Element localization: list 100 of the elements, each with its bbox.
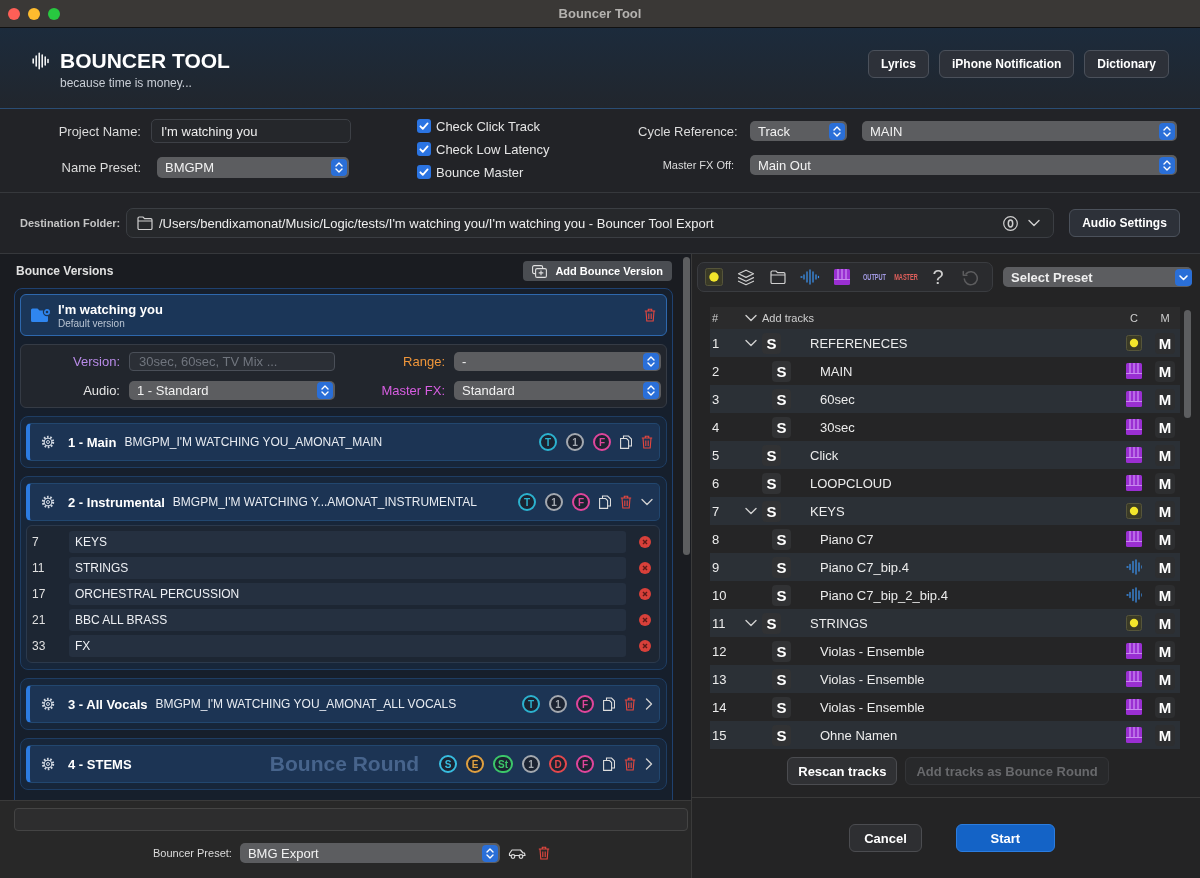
help-button[interactable]: ? (932, 266, 944, 288)
project-name-field[interactable]: I'm watching you (151, 119, 351, 143)
waveform-icon[interactable] (1126, 587, 1142, 603)
input-field[interactable] (14, 808, 688, 831)
option-badge[interactable]: F (572, 493, 590, 511)
solo-button[interactable]: S (772, 640, 791, 662)
version-option-dropdown[interactable]: 1 - Standard (129, 381, 335, 400)
window-close-button[interactable] (8, 7, 20, 20)
option-badge[interactable]: D (549, 755, 567, 773)
track-row[interactable]: 9 S Piano C7_bip.4 M (710, 553, 1180, 581)
add-version-button[interactable]: Add Bounce Version (523, 261, 672, 281)
chevron-down-icon[interactable] (745, 619, 757, 627)
header-button[interactable]: iPhone Notification (938, 50, 1075, 78)
option-badge[interactable]: T (522, 695, 540, 713)
settings-icon[interactable] (41, 697, 55, 711)
option-badge[interactable]: St (493, 755, 513, 773)
checkbox[interactable] (417, 119, 431, 133)
trash-icon[interactable] (641, 435, 653, 449)
track-row[interactable]: 13 S Violas - Ensemble M (710, 665, 1180, 693)
copy-icon[interactable] (620, 435, 632, 449)
piano-keys-icon[interactable] (1126, 643, 1142, 659)
trash-icon[interactable] (624, 757, 636, 771)
piano-keys-icon[interactable] (1126, 419, 1142, 435)
toolbar-text-button[interactable]: MASTER (894, 272, 918, 282)
header-button[interactable]: Dictionary (1084, 50, 1169, 78)
version-header[interactable]: I'm watching you Default version (20, 294, 667, 336)
chevron-down-icon[interactable] (1028, 219, 1040, 227)
mute-button[interactable]: M (1155, 528, 1175, 550)
checkbox-label[interactable]: Bounce Master (436, 164, 524, 180)
checkbox[interactable] (417, 142, 431, 156)
solo-button[interactable]: S (762, 612, 781, 634)
trash-icon[interactable] (644, 308, 656, 322)
solo-button[interactable]: S (772, 388, 791, 410)
toolbar-text-button[interactable]: OUTPUT (862, 272, 886, 282)
mute-button[interactable]: M (1155, 444, 1175, 466)
bounce-round-header[interactable]: 3 - All Vocals BMGPM_I'M WATCHING YOU_AMONAT_ALL VOCALS T 1 F (26, 685, 660, 723)
mute-button[interactable]: M (1155, 640, 1175, 662)
layers-icon[interactable] (737, 268, 755, 286)
piano-keys-icon[interactable] (834, 269, 850, 285)
solo-button[interactable]: S (772, 556, 791, 578)
scrollbar-thumb[interactable] (1184, 310, 1191, 418)
cycle-mode-dropdown[interactable]: Track (750, 121, 847, 141)
preset-dropdown[interactable]: Select Preset (1003, 267, 1192, 287)
mute-button[interactable]: M (1155, 668, 1175, 690)
chevron-down-icon[interactable] (745, 507, 757, 515)
track-row[interactable]: 5 S Click M (710, 441, 1180, 469)
solo-button[interactable]: S (762, 444, 781, 466)
dot-tile-icon[interactable] (705, 268, 723, 286)
waveform-icon[interactable] (1126, 559, 1142, 575)
solo-button[interactable]: S (772, 528, 791, 550)
solo-button[interactable]: S (772, 584, 791, 606)
checkbox[interactable] (417, 165, 431, 179)
option-badge[interactable]: F (576, 755, 594, 773)
piano-keys-icon[interactable] (1126, 475, 1142, 491)
remove-icon[interactable] (639, 588, 651, 600)
chevron-right-icon[interactable] (645, 698, 653, 710)
solo-button[interactable]: S (772, 724, 791, 746)
checkbox-label[interactable]: Check Low Latency (436, 141, 550, 157)
copy-icon[interactable] (603, 697, 615, 711)
ring-icon[interactable] (1003, 215, 1018, 231)
action-button[interactable]: Rescan tracks (787, 757, 898, 785)
bouncer-preset-dropdown[interactable]: BMG Export (239, 843, 500, 863)
solo-button[interactable]: S (772, 416, 791, 438)
destination-path-field[interactable]: /Users/bendixamonat/Music/Logic/tests/I'm watching you/I'm watching you - Bouncer Tool Export (126, 208, 1054, 238)
mute-button[interactable]: M (1155, 612, 1175, 634)
trash-icon[interactable] (624, 697, 636, 711)
mute-button[interactable]: M (1155, 500, 1175, 522)
settings-icon[interactable] (41, 757, 55, 771)
mute-button[interactable]: M (1155, 360, 1175, 382)
header-button[interactable]: Lyrics (868, 50, 929, 78)
piano-keys-icon[interactable] (1126, 531, 1142, 547)
window-minimize-button[interactable] (28, 7, 40, 20)
option-badge[interactable]: T (518, 493, 536, 511)
audio-settings-button[interactable]: Audio Settings (1069, 209, 1180, 237)
name-preset-dropdown[interactable]: BMGPM (157, 157, 349, 178)
solo-button[interactable]: S (772, 668, 791, 690)
option-badge[interactable]: F (593, 433, 611, 451)
chevron-down-icon[interactable] (745, 339, 757, 347)
column-header[interactable]: Add tracks (762, 312, 814, 324)
window-zoom-button[interactable] (48, 7, 60, 20)
trash-icon[interactable] (620, 495, 632, 509)
solo-button[interactable]: S (762, 472, 781, 494)
chevron-right-icon[interactable] (645, 758, 653, 770)
version-option-dropdown[interactable]: Standard (454, 381, 661, 400)
option-badge[interactable]: T (539, 433, 557, 451)
undo-icon[interactable] (961, 268, 979, 286)
solo-button[interactable]: S (762, 332, 781, 354)
track-row[interactable]: 11 S STRINGS M (710, 609, 1180, 637)
waveform-icon[interactable] (800, 269, 820, 285)
dot-tile-icon[interactable] (1126, 503, 1142, 519)
option-badge[interactable]: 1 (522, 755, 540, 773)
version-option-dropdown[interactable]: - (454, 352, 661, 371)
scrollbar-thumb[interactable] (683, 257, 690, 555)
mute-button[interactable]: M (1155, 556, 1175, 578)
track-row[interactable]: 15 S Ohne Namen M (710, 721, 1180, 749)
track-row[interactable]: 1 S REFERENECES M (710, 329, 1180, 357)
solo-button[interactable]: S (772, 360, 791, 382)
copy-icon[interactable] (599, 495, 611, 509)
remove-icon[interactable] (639, 536, 651, 548)
mute-button[interactable]: M (1155, 416, 1175, 438)
